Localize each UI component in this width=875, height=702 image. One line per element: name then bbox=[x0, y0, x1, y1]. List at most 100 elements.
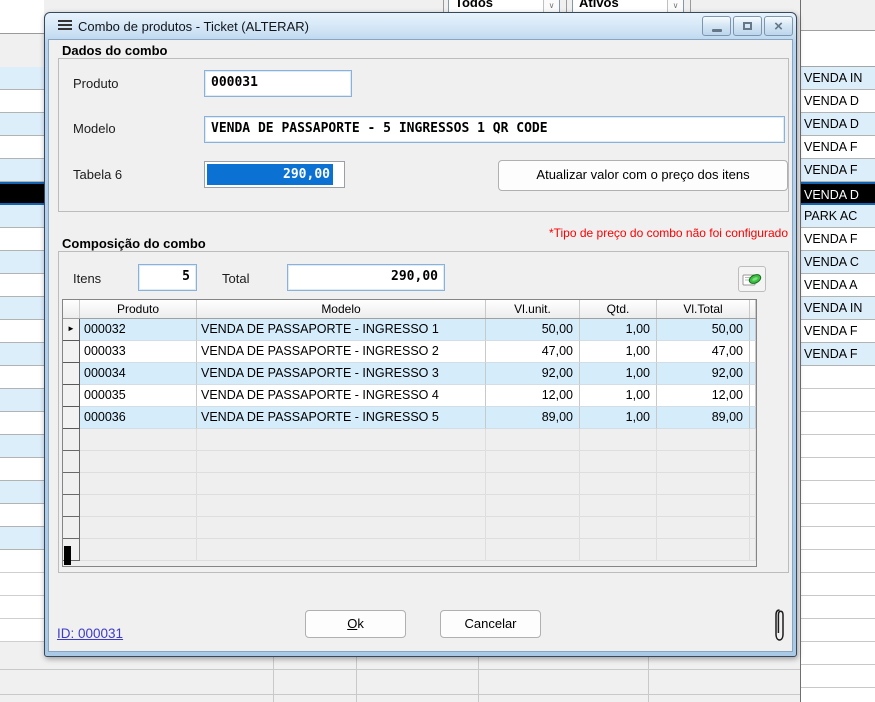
background-grid-right: VENDA INVENDA DVENDA DVENDA FVENDA FVEND… bbox=[800, 0, 875, 702]
background-row-stripe bbox=[0, 481, 44, 504]
column-header-produto[interactable]: Produto bbox=[80, 300, 197, 318]
background-row[interactable]: VENDA F bbox=[801, 159, 875, 182]
table-cell[interactable]: 89,00 bbox=[486, 407, 580, 429]
table-row[interactable]: ►000032VENDA DE PASSAPORTE - INGRESSO 15… bbox=[63, 319, 756, 341]
itens-field[interactable]: 5 bbox=[138, 264, 197, 291]
table-cell[interactable]: 000033 bbox=[80, 341, 197, 363]
table-cell[interactable]: 92,00 bbox=[657, 363, 750, 385]
background-row-stripe bbox=[0, 90, 44, 113]
table-cell[interactable]: VENDA DE PASSAPORTE - INGRESSO 5 bbox=[197, 407, 486, 429]
empty-cell bbox=[486, 429, 580, 451]
close-button[interactable]: × bbox=[764, 16, 793, 36]
background-empty-row bbox=[801, 458, 875, 481]
background-empty-row bbox=[801, 550, 875, 573]
produto-field[interactable]: 000031 bbox=[204, 70, 352, 97]
table-cell[interactable]: 1,00 bbox=[580, 319, 657, 341]
table-cell[interactable]: 50,00 bbox=[486, 319, 580, 341]
background-row-stripe bbox=[0, 320, 44, 343]
table-row[interactable]: 000034VENDA DE PASSAPORTE - INGRESSO 392… bbox=[63, 363, 756, 385]
table-cell[interactable]: 000036 bbox=[80, 407, 197, 429]
empty-cell bbox=[197, 517, 486, 539]
column-header-modelo[interactable]: Modelo bbox=[197, 300, 486, 318]
table-row[interactable]: 000036VENDA DE PASSAPORTE - INGRESSO 589… bbox=[63, 407, 756, 429]
atualizar-valor-button[interactable]: Atualizar valor com o preço dos itens bbox=[498, 160, 788, 191]
table-cell[interactable]: 000032 bbox=[80, 319, 197, 341]
background-row[interactable]: VENDA C bbox=[801, 251, 875, 274]
table-row[interactable]: 000035VENDA DE PASSAPORTE - INGRESSO 412… bbox=[63, 385, 756, 407]
background-row[interactable]: PARK AC bbox=[801, 205, 875, 228]
modelo-field[interactable]: VENDA DE PASSAPORTE - 5 INGRESSOS 1 QR C… bbox=[204, 116, 785, 143]
background-row[interactable]: VENDA D bbox=[801, 113, 875, 136]
background-empty-row bbox=[801, 389, 875, 412]
group-label: Dados do combo bbox=[62, 43, 171, 58]
background-empty-row bbox=[801, 573, 875, 596]
column-header-vl-total[interactable]: Vl.Total bbox=[657, 300, 750, 318]
table-cell[interactable]: 12,00 bbox=[486, 385, 580, 407]
table-cell[interactable]: 47,00 bbox=[657, 341, 750, 363]
table-cell[interactable]: 1,00 bbox=[580, 407, 657, 429]
background-row-stripe bbox=[0, 67, 44, 90]
empty-cell bbox=[486, 495, 580, 517]
tabela-label: Tabela 6 bbox=[73, 167, 122, 182]
row-filler bbox=[750, 385, 756, 407]
background-row-stripe bbox=[0, 113, 44, 136]
minimize-button[interactable] bbox=[702, 16, 731, 36]
background-empty-row bbox=[801, 412, 875, 435]
record-id-link[interactable]: ID: 000031 bbox=[57, 626, 123, 641]
background-row-stripe bbox=[0, 297, 44, 320]
background-row-stripe bbox=[0, 619, 44, 642]
background-row bbox=[801, 31, 875, 67]
total-field[interactable]: 290,00 bbox=[287, 264, 445, 291]
table-cell[interactable]: 1,00 bbox=[580, 363, 657, 385]
background-row-stripe bbox=[0, 182, 44, 205]
cancel-button[interactable]: Cancelar bbox=[440, 610, 541, 638]
table-cell[interactable]: VENDA DE PASSAPORTE - INGRESSO 1 bbox=[197, 319, 486, 341]
background-empty-row bbox=[801, 642, 875, 665]
table-cell[interactable]: 12,00 bbox=[657, 385, 750, 407]
row-gutter bbox=[63, 517, 80, 539]
table-cell[interactable]: 47,00 bbox=[486, 341, 580, 363]
table-cell[interactable]: VENDA DE PASSAPORTE - INGRESSO 2 bbox=[197, 341, 486, 363]
table-cell[interactable]: 50,00 bbox=[657, 319, 750, 341]
table-cell[interactable]: VENDA DE PASSAPORTE - INGRESSO 4 bbox=[197, 385, 486, 407]
ok-button[interactable]: Ok bbox=[305, 610, 406, 638]
paperclip-icon bbox=[772, 607, 787, 648]
background-row[interactable]: VENDA IN bbox=[801, 297, 875, 320]
maximize-button[interactable] bbox=[733, 16, 762, 36]
combo-items-table: Produto Modelo Vl.unit. Qtd. Vl.Total ►0… bbox=[62, 299, 757, 567]
background-row-stripe bbox=[0, 458, 44, 481]
money-icon-button[interactable] bbox=[738, 266, 766, 292]
background-row[interactable]: VENDA F bbox=[801, 228, 875, 251]
table-cell[interactable]: 1,00 bbox=[580, 385, 657, 407]
background-row[interactable]: VENDA F bbox=[801, 343, 875, 366]
table-cell[interactable]: 92,00 bbox=[486, 363, 580, 385]
empty-table-row bbox=[63, 539, 756, 561]
background-row[interactable]: VENDA F bbox=[801, 320, 875, 343]
table-cell[interactable]: 000034 bbox=[80, 363, 197, 385]
background-row[interactable]: VENDA IN bbox=[801, 67, 875, 90]
background-row[interactable]: VENDA D bbox=[801, 90, 875, 113]
tabela-field[interactable]: 290,00 bbox=[204, 161, 345, 188]
background-empty-row bbox=[801, 688, 875, 702]
background-grid-left bbox=[0, 0, 44, 702]
background-row[interactable]: VENDA A bbox=[801, 274, 875, 297]
header-filler bbox=[750, 300, 756, 318]
empty-table-row bbox=[63, 451, 756, 473]
empty-cell bbox=[197, 539, 486, 561]
table-cell[interactable]: VENDA DE PASSAPORTE - INGRESSO 3 bbox=[197, 363, 486, 385]
empty-cell bbox=[657, 495, 750, 517]
background-row[interactable]: VENDA F bbox=[801, 136, 875, 159]
empty-cell bbox=[486, 517, 580, 539]
background-row-selected[interactable]: VENDA D bbox=[801, 182, 875, 205]
column-header-qtd[interactable]: Qtd. bbox=[580, 300, 657, 318]
table-cell[interactable]: 1,00 bbox=[580, 341, 657, 363]
table-cell[interactable]: 89,00 bbox=[657, 407, 750, 429]
table-row[interactable]: 000033VENDA DE PASSAPORTE - INGRESSO 247… bbox=[63, 341, 756, 363]
window-menu-icon[interactable] bbox=[58, 20, 72, 32]
grid-caret bbox=[64, 546, 71, 565]
table-cell[interactable]: 000035 bbox=[80, 385, 197, 407]
background-row-stripe bbox=[0, 205, 44, 228]
column-header-vl-unit[interactable]: Vl.unit. bbox=[486, 300, 580, 318]
background-row-stripe bbox=[0, 412, 44, 435]
money-icon bbox=[742, 271, 762, 287]
